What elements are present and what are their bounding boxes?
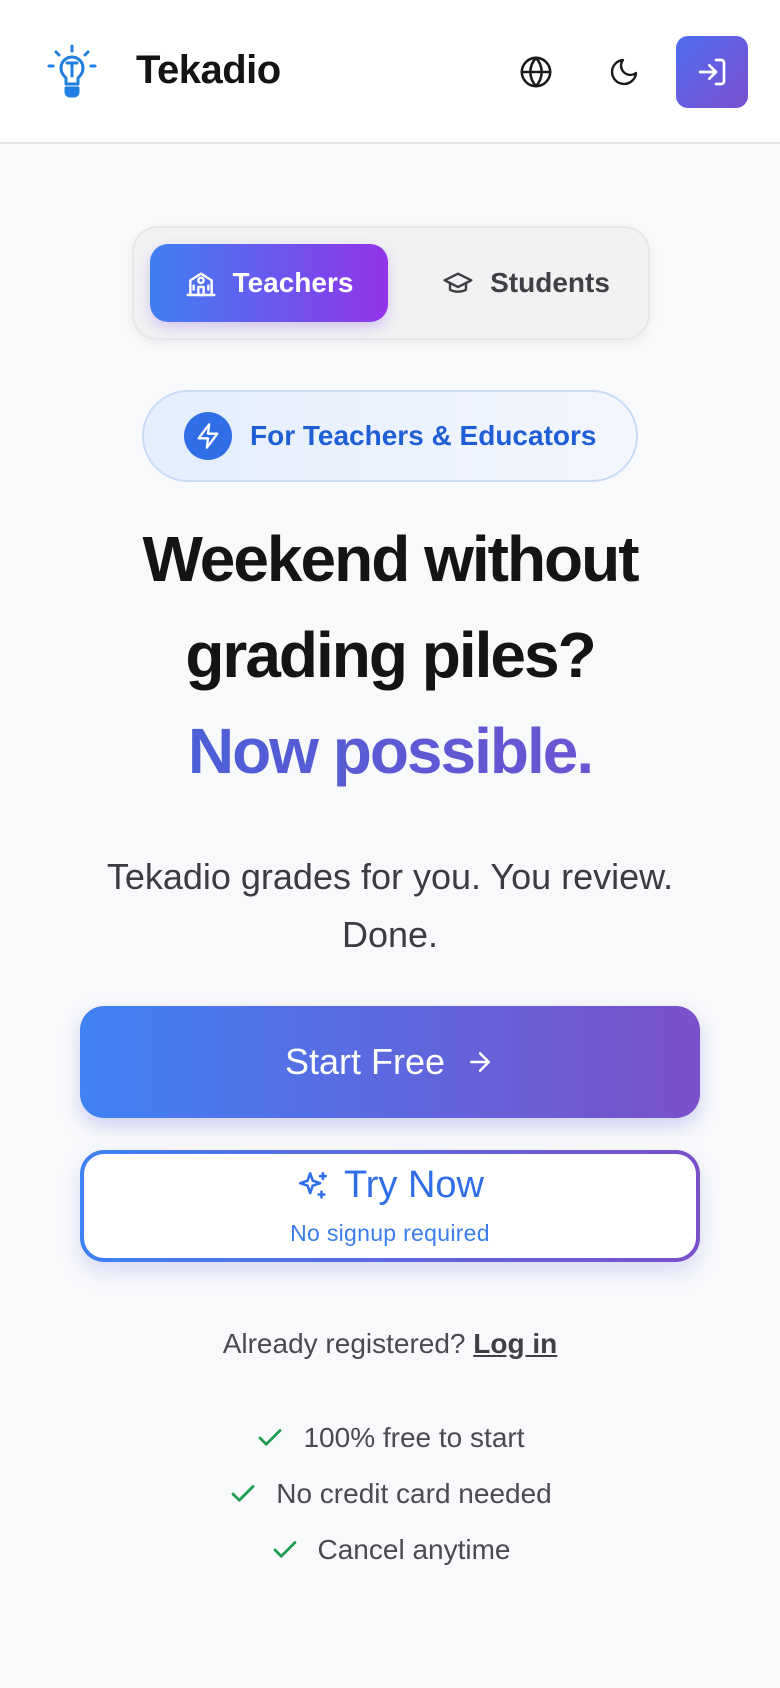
moon-icon bbox=[610, 58, 638, 86]
feature-item: No credit card needed bbox=[0, 1478, 780, 1510]
graduation-cap-icon bbox=[443, 272, 473, 293]
audience-toggle: Teachers Students bbox=[132, 226, 650, 340]
lightning-icon bbox=[184, 412, 232, 460]
audience-badge: For Teachers & Educators bbox=[142, 390, 638, 482]
try-now-button[interactable]: Try Now No signup required bbox=[80, 1150, 700, 1262]
tab-teachers-label: Teachers bbox=[232, 267, 354, 298]
feature-text: Cancel anytime bbox=[317, 1534, 511, 1565]
school-icon bbox=[186, 272, 216, 297]
headline-highlight: Now possible. bbox=[0, 714, 780, 788]
check-icon bbox=[231, 1485, 255, 1502]
login-link[interactable]: Log in bbox=[473, 1328, 557, 1359]
start-free-button[interactable]: Start Free bbox=[80, 1006, 700, 1118]
language-button[interactable] bbox=[514, 50, 558, 94]
tab-teachers[interactable]: Teachers bbox=[150, 244, 388, 322]
lightbulb-icon[interactable] bbox=[46, 44, 98, 100]
feature-text: 100% free to start bbox=[303, 1422, 525, 1453]
try-now-sublabel: No signup required bbox=[290, 1220, 490, 1246]
globe-icon bbox=[520, 56, 552, 88]
hero-subtitle: Tekadio grades for you. You review. Done… bbox=[106, 856, 674, 955]
try-now-label: Try Now bbox=[343, 1164, 485, 1206]
arrow-right-icon bbox=[470, 1052, 491, 1072]
headline-line-1: Weekend without bbox=[142, 523, 639, 595]
tab-students[interactable]: Students bbox=[416, 244, 636, 322]
check-icon bbox=[273, 1541, 296, 1558]
login-prompt-text: Already registered? bbox=[222, 1328, 466, 1359]
brand-name[interactable]: Tekadio bbox=[136, 48, 281, 93]
headline-line-2: grading piles? bbox=[185, 619, 596, 691]
feature-text: No credit card needed bbox=[276, 1478, 552, 1509]
feature-item: Cancel anytime bbox=[0, 1534, 780, 1566]
audience-badge-text: For Teachers & Educators bbox=[250, 420, 597, 451]
login-button[interactable] bbox=[676, 36, 748, 108]
tab-students-label: Students bbox=[490, 267, 610, 298]
sparkles-icon bbox=[298, 1171, 327, 1199]
feature-item: 100% free to start bbox=[0, 1422, 780, 1454]
top-header: Tekadio bbox=[0, 0, 780, 144]
log-in-icon bbox=[698, 58, 726, 86]
start-free-label: Start Free bbox=[284, 1041, 446, 1082]
theme-toggle-button[interactable] bbox=[602, 50, 646, 94]
login-prompt: Already registered? Log in bbox=[0, 1328, 780, 1360]
check-icon bbox=[259, 1429, 282, 1446]
try-now-inner: Try Now No signup required bbox=[84, 1154, 696, 1258]
try-now-title: Try Now bbox=[84, 1164, 696, 1207]
